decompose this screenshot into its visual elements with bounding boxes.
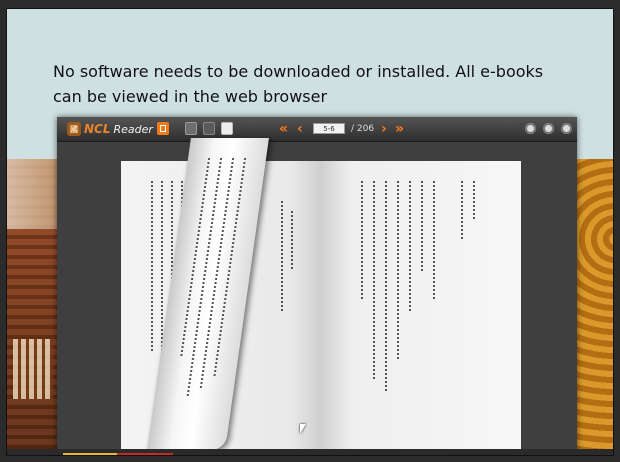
bottom-accent-red [117, 453, 173, 455]
slide-frame: No software needs to be downloaded or in… [6, 8, 614, 456]
page-number-input[interactable]: 5-6 [313, 123, 345, 134]
text-column [291, 211, 293, 271]
text-column [409, 181, 411, 311]
two-page-icon[interactable] [203, 122, 215, 135]
library-photo [7, 159, 63, 455]
text-column [473, 181, 475, 221]
last-page-button[interactable]: » [395, 120, 404, 138]
ebook-reader-window: 國 NCL Reader « ‹ 5-6 / 206 › » [57, 117, 577, 455]
book-page-right[interactable] [321, 161, 521, 455]
ornamental-pattern [575, 159, 613, 455]
logo-ncl-text: NCL [84, 122, 111, 136]
previous-page-button[interactable]: ‹ [297, 120, 303, 138]
fullscreen-icon[interactable] [561, 123, 572, 134]
toc-icon[interactable] [157, 122, 169, 135]
cursor-icon [300, 424, 306, 434]
logo-reader-text: Reader [113, 122, 153, 136]
thumbnail-icon[interactable] [185, 122, 197, 135]
text-column [151, 181, 153, 351]
text-column [385, 181, 387, 391]
text-column [421, 181, 423, 271]
text-column [281, 201, 283, 311]
text-column [361, 181, 363, 301]
next-page-button[interactable]: › [381, 120, 387, 138]
slide-caption: No software needs to be downloaded or in… [53, 62, 544, 106]
text-column [433, 181, 435, 301]
single-page-icon[interactable] [221, 122, 233, 135]
reader-toolbar: 國 NCL Reader « ‹ 5-6 / 206 › » [57, 117, 577, 142]
book-stage [57, 138, 577, 455]
slide: No software needs to be downloaded or in… [0, 0, 620, 462]
text-column [373, 181, 375, 381]
logo-seal-icon: 國 [67, 122, 81, 136]
text-column [397, 181, 399, 361]
total-pages-label: / 206 [351, 124, 375, 134]
text-column [461, 181, 463, 241]
first-page-button[interactable]: « [279, 120, 288, 138]
ncl-reader-logo: 國 NCL Reader [67, 121, 153, 137]
bottom-accent-gold [63, 453, 117, 455]
zoom-in-icon[interactable] [525, 123, 536, 134]
zoom-out-icon[interactable] [543, 123, 554, 134]
